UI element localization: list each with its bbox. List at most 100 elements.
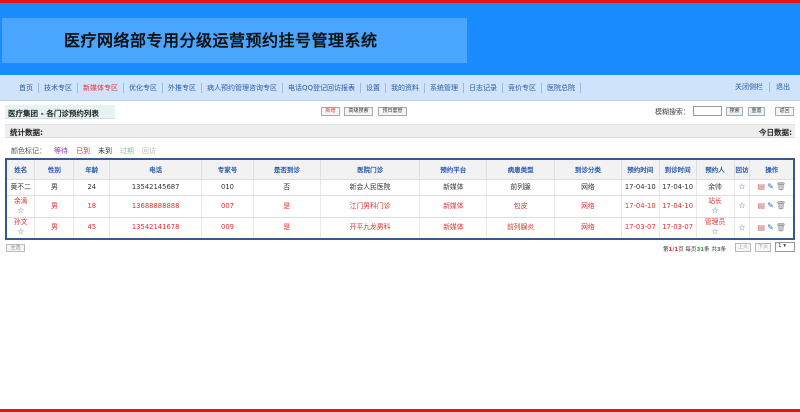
- cell-arrived: 是: [253, 217, 321, 240]
- page-select[interactable]: 1 ▾: [775, 242, 795, 252]
- logout-link[interactable]: 退出: [770, 82, 796, 92]
- column-header: 预约时间: [621, 159, 660, 180]
- back-button[interactable]: 返回: [775, 107, 794, 116]
- table-row[interactable]: 余滴 ☆ 男 18 13688888888 007 是江门男科门诊 新媒体 包皮 网络 17-04-…: [6, 195, 795, 218]
- close-sidebar-link[interactable]: 关闭侧栏: [729, 82, 770, 92]
- cell-arrived: 否: [253, 179, 321, 196]
- appointments-table: 姓名 性别 年龄 电话 专家号 是否到诊 医院门诊 预约平台 病患类型 到诊分类 预约时间 到诊时间预…: [5, 158, 795, 240]
- nav-item[interactable]: 新媒体专区: [78, 83, 124, 93]
- advanced-search-button[interactable]: 高级搜索: [344, 107, 373, 116]
- cell-book-time: 17-04-10: [621, 179, 660, 196]
- follow-up-star-icon[interactable]: ☆: [738, 182, 745, 191]
- column-header: 专家号: [201, 159, 254, 180]
- report-button[interactable]: 预日套管: [378, 107, 407, 116]
- cell-gender: 男: [34, 217, 75, 240]
- stats-label: 统计数据:: [10, 128, 43, 137]
- cell-phone: 13542145687: [109, 179, 203, 196]
- nav-item[interactable]: 技术专区: [39, 83, 78, 93]
- cell-arrived: 是: [253, 195, 321, 218]
- legend-item: 未到: [98, 147, 112, 155]
- search-label: 模糊搜索：: [655, 108, 690, 116]
- view-icon[interactable]: ▤: [758, 223, 766, 232]
- cell-actions: ▤ ✎ 🗑: [749, 195, 795, 218]
- nav-item[interactable]: 外推专区: [163, 83, 202, 93]
- nav-item[interactable]: 病人预约管理咨询专区: [202, 83, 283, 93]
- delete-trash-icon[interactable]: 🗑: [776, 201, 786, 210]
- header-banner: 医疗网络部专用分级运营预约挂号管理系统: [0, 0, 800, 75]
- nav-item[interactable]: 竞价专区: [503, 83, 543, 93]
- cell-expert: 007: [201, 195, 254, 218]
- cell-type: 包皮: [486, 195, 555, 218]
- cell-book-time: 17-03-07: [621, 217, 660, 240]
- follow-up-star-icon[interactable]: ☆: [738, 223, 745, 232]
- edit-pencil-icon[interactable]: ✎: [767, 201, 774, 210]
- color-legend: 颜色标记： 等待 已到 未到 过期 回访: [11, 146, 156, 156]
- table-row[interactable]: 孙文 ☆ 男 45 13542141678 009 是开平九龙男科 新媒体 前列腺炎 网络 17-0…: [6, 217, 795, 240]
- legend-item: 已到: [76, 147, 90, 155]
- column-header: 年龄: [73, 159, 111, 180]
- delete-trash-icon[interactable]: 🗑: [776, 182, 786, 191]
- table-row[interactable]: 黄不二男 24 13542145687 010 否新会人民医院 新媒体 前列腺 网络 17-04…: [6, 179, 795, 196]
- nav-item[interactable]: 我的资料: [386, 83, 426, 93]
- nav-item[interactable]: 系统管理: [425, 83, 465, 93]
- cell-type: 前列腺炎: [486, 217, 555, 240]
- cell-actions: ▤ ✎ 🗑: [749, 179, 795, 196]
- view-icon[interactable]: ▤: [758, 201, 766, 210]
- search-button[interactable]: 搜索: [726, 107, 743, 116]
- cell-visit-time: 17-03-07: [659, 217, 697, 240]
- column-header: 操作: [749, 159, 795, 180]
- star-icon[interactable]: ☆: [17, 206, 24, 215]
- edit-pencil-icon[interactable]: ✎: [767, 223, 774, 232]
- cell-age: 18: [73, 195, 111, 218]
- search-input[interactable]: [693, 106, 722, 116]
- column-header: 到诊时间: [659, 159, 697, 180]
- prev-page-button[interactable]: 上页: [735, 243, 751, 252]
- cell-name: 余滴 ☆: [6, 195, 36, 218]
- nav-item[interactable]: 首页: [14, 83, 39, 93]
- column-header: 姓名: [6, 159, 36, 180]
- stats-bar: 统计数据: 今日数据:: [5, 124, 795, 138]
- view-icon[interactable]: ▤: [758, 182, 766, 191]
- column-header: 到诊分类: [554, 159, 622, 180]
- column-header: 电话: [109, 159, 203, 180]
- cell-visit-time: 17-04-10: [659, 195, 697, 218]
- cell-visit-time: 17-04-10: [659, 179, 697, 196]
- legend-label: 颜色标记：: [11, 147, 46, 155]
- star-icon[interactable]: ☆: [711, 206, 718, 215]
- top-nav: 首页 技术专区 新媒体专区 优化专区 外推专区 病人预约管理咨询专区 电话QQ登记回访报表设…: [0, 75, 800, 101]
- cell-category: 网络: [554, 195, 622, 218]
- add-button[interactable]: 新增: [321, 107, 340, 116]
- nav-item[interactable]: 优化专区: [124, 83, 163, 93]
- legend-item: 回访: [142, 147, 156, 155]
- nav-item[interactable]: 日志记录: [464, 83, 504, 93]
- edit-pencil-icon[interactable]: ✎: [767, 182, 774, 191]
- column-header: 预约平台: [419, 159, 488, 180]
- delete-trash-icon[interactable]: 🗑: [776, 223, 786, 232]
- cell-booker: 余帅: [696, 179, 735, 196]
- cell-gender: 男: [34, 179, 75, 196]
- reset-button[interactable]: 重置: [748, 107, 765, 116]
- nav-item[interactable]: 医院总院: [542, 83, 582, 93]
- legend-item: 过期: [120, 147, 134, 155]
- nav-item[interactable]: 设置: [361, 83, 387, 93]
- cell-phone: 13542141678: [109, 217, 203, 240]
- cell-name: 孙文 ☆: [6, 217, 36, 240]
- nav-item[interactable]: 电话QQ登记回访报表: [283, 83, 362, 93]
- follow-up-star-icon[interactable]: ☆: [738, 201, 745, 210]
- cell-type: 前列腺: [486, 179, 555, 196]
- next-page-button[interactable]: 下页: [755, 243, 771, 252]
- cell-category: 网络: [554, 217, 622, 240]
- column-header: 预约人: [696, 159, 735, 180]
- cell-platform: 新媒体: [419, 179, 488, 196]
- cell-booker: 站长 ☆: [696, 195, 735, 218]
- star-icon[interactable]: ☆: [17, 227, 24, 236]
- today-stats-label: 今日数据:: [759, 128, 792, 137]
- cell-age: 45: [73, 217, 111, 240]
- column-header: 性别: [34, 159, 75, 180]
- select-all-button[interactable]: 全选: [6, 244, 25, 252]
- legend-item: 等待: [54, 147, 68, 155]
- column-header: 医院门诊: [320, 159, 421, 180]
- cell-expert: 010: [201, 179, 254, 196]
- star-icon[interactable]: ☆: [711, 227, 718, 236]
- cell-expert: 009: [201, 217, 254, 240]
